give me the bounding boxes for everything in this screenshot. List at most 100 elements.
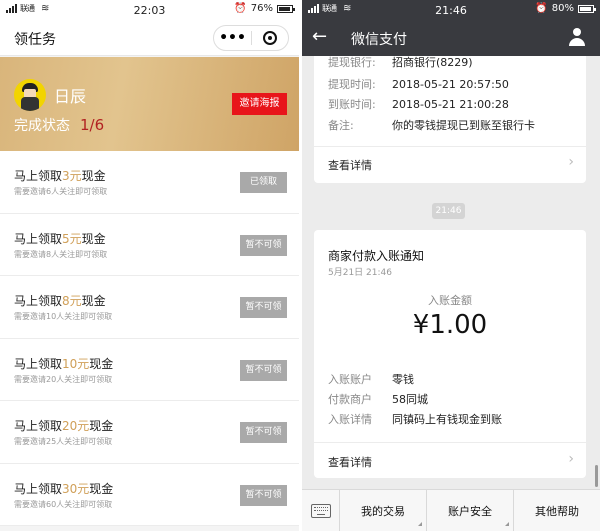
more-icon[interactable]: ••• [214, 31, 251, 45]
keyboard-toggle[interactable] [302, 490, 340, 531]
task-prefix: 马上领取 [14, 419, 63, 433]
task-page: 联通 ≋ 22:03 ⏰ 76% 领任务 ••• 日辰 完成状态 1/6 邀请海报… [0, 0, 299, 531]
notification-date: 5月21日 21:46 [328, 268, 392, 278]
task-suffix: 现金 [81, 169, 106, 183]
row-key: 付款商户 [328, 393, 372, 406]
detail-row: 付款商户 58同城 [328, 391, 428, 407]
list-item: 马上领取5元现金 需要邀请8人关注即可领取 暂不可领 [0, 213, 299, 276]
task-title: 马上领取8元现金 [14, 292, 106, 309]
nav-bar: 领任务 ••• [0, 20, 299, 56]
task-title: 马上领取5元现金 [14, 230, 106, 247]
row-key: 提现银行: [328, 56, 376, 69]
claim-button[interactable]: 暂不可领 [240, 359, 287, 381]
list-item: 马上领取20元现金 需要邀请25人关注即可领取 暂不可领 [0, 401, 299, 464]
battery-percent: 80% [551, 3, 574, 14]
row-value: 零钱 [392, 373, 414, 386]
task-prefix: 马上领取 [14, 294, 63, 308]
task-prefix: 马上领取 [14, 169, 63, 183]
menu-other-help[interactable]: 其他帮助 [514, 490, 600, 531]
task-title: 马上领取10元现金 [14, 355, 113, 372]
task-suffix: 现金 [89, 356, 114, 371]
status-bar: 联通 ≋ 21:46 ⏰ 80% [302, 0, 600, 20]
user-profile-icon[interactable] [568, 28, 586, 48]
detail-row: 提现银行: 招商银行(8229) [328, 54, 473, 70]
wechat-pay-page: 联通 ≋ 21:46 ⏰ 80% ← 微信支付 提现银行: 招商银行(8229) … [302, 0, 600, 531]
username: 日辰 [54, 87, 87, 106]
claim-button[interactable]: 暂不可领 [240, 297, 287, 318]
row-value: 2018-05-21 21:00:28 [392, 98, 509, 111]
keyboard-icon [310, 503, 331, 518]
user-banner: 日辰 完成状态 1/6 邀请海报 [0, 57, 299, 151]
menu-account-security[interactable]: 账户安全 [427, 490, 514, 531]
task-requirement: 需要邀请6人关注即可领取 [14, 187, 108, 196]
task-prefix: 马上领取 [14, 356, 63, 371]
notification-title: 商家付款入账通知 [328, 249, 425, 263]
row-value: 招商银行(8229) [392, 56, 473, 69]
back-arrow-icon[interactable]: ← [312, 26, 327, 47]
chevron-right-icon: › [568, 451, 574, 467]
row-key: 提现时间: [328, 78, 376, 91]
bottom-menu: 我的交易 账户安全 其他帮助 [302, 489, 600, 531]
invite-poster-button[interactable]: 邀请海报 [232, 93, 287, 115]
completion-label: 完成状态 [14, 118, 70, 134]
battery-icon [578, 4, 596, 13]
task-suffix: 现金 [81, 231, 106, 246]
row-key: 到账时间: [328, 98, 376, 111]
task-requirement: 需要邀请8人关注即可领取 [14, 249, 108, 259]
claim-button[interactable]: 暂不可领 [240, 484, 287, 506]
close-miniprogram-icon[interactable] [252, 31, 288, 45]
list-item: 马上领取8元现金 需要邀请10人关注即可领取 暂不可领 [0, 276, 299, 339]
task-amount: 8元 [62, 294, 82, 308]
message-timestamp: 21:46 [432, 203, 465, 219]
row-key: 备注: [328, 119, 354, 132]
battery-percent: 76% [250, 3, 273, 14]
page-title: 微信支付 [351, 32, 407, 48]
task-requirement: 需要邀请20人关注即可领取 [14, 374, 113, 384]
payment-notification-card: 商家付款入账通知 5月21日 21:46 入账金额 ¥1.00 入账账户 零钱 付… [314, 230, 586, 478]
chevron-right-icon: › [568, 154, 574, 170]
claim-button[interactable]: 暂不可领 [240, 422, 287, 443]
task-amount: 20元 [62, 419, 90, 433]
page-title: 领任务 [14, 32, 56, 48]
row-value: 同镇码上有钱现金到账 [392, 413, 502, 426]
detail-row: 入账账户 零钱 [328, 371, 414, 387]
view-details-link[interactable]: 查看详情 [328, 157, 372, 173]
detail-row: 提现时间: 2018-05-21 20:57:50 [328, 76, 509, 92]
task-title: 马上领取30元现金 [14, 480, 113, 497]
view-details-link[interactable]: 查看详情 [328, 454, 372, 470]
alarm-icon: ⏰ [535, 3, 548, 14]
status-bar: 联通 ≋ 22:03 ⏰ 76% [0, 0, 299, 20]
scrollbar[interactable] [595, 465, 598, 487]
divider [314, 442, 586, 443]
task-amount: 10元 [62, 356, 90, 371]
task-requirement: 需要邀请25人关注即可领取 [14, 437, 113, 446]
alarm-icon: ⏰ [234, 3, 247, 14]
amount-label: 入账金额 [428, 294, 472, 307]
task-amount: 3元 [62, 169, 82, 183]
nav-bar: ← 微信支付 [302, 20, 600, 56]
task-title: 马上领取20元现金 [14, 417, 113, 434]
completion-status: 完成状态 1/6 [14, 115, 104, 135]
task-requirement: 需要邀请60人关注即可领取 [14, 499, 113, 509]
completion-value: 1/6 [80, 116, 105, 134]
row-key: 入账详情 [328, 413, 372, 426]
task-prefix: 马上领取 [14, 481, 63, 496]
row-key: 入账账户 [328, 373, 372, 386]
claim-button[interactable]: 已领取 [240, 172, 287, 193]
row-value: 2018-05-21 20:57:50 [392, 78, 509, 91]
divider [314, 146, 586, 147]
task-amount: 5元 [62, 231, 82, 246]
detail-row: 入账详情 同镇码上有钱现金到账 [328, 411, 502, 427]
task-suffix: 现金 [89, 481, 114, 496]
amount-value: ¥1.00 [412, 310, 488, 340]
claim-button[interactable]: 暂不可领 [240, 234, 287, 256]
menu-my-transactions[interactable]: 我的交易 [340, 490, 427, 531]
detail-row: 到账时间: 2018-05-21 21:00:28 [328, 96, 509, 112]
task-prefix: 马上领取 [14, 231, 63, 246]
battery-icon [277, 4, 295, 13]
row-value: 58同城 [392, 393, 428, 406]
task-title: 马上领取3元现金 [14, 167, 106, 184]
miniprogram-capsule: ••• [213, 25, 289, 51]
task-suffix: 现金 [89, 419, 114, 433]
withdrawal-card: 提现银行: 招商银行(8229) 提现时间: 2018-05-21 20:57:50… [314, 56, 586, 183]
